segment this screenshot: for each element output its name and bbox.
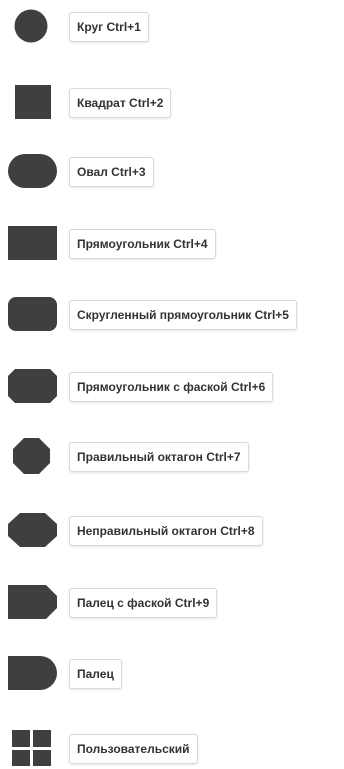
shape-option-rounded-rectangle[interactable]: Скругленный прямоугольник Ctrl+5 (0, 297, 344, 331)
shape-option-label: Овал Ctrl+3 (69, 157, 154, 187)
shape-option-oval[interactable]: Овал Ctrl+3 (0, 154, 344, 188)
shape-option-label: Палец с фаской Ctrl+9 (69, 588, 218, 618)
shape-option-custom[interactable]: Пользовательский (0, 730, 344, 766)
shape-option-circle[interactable]: Круг Ctrl+1 (0, 9, 344, 43)
shape-list: Круг Ctrl+1 Квадрат Ctrl+2 Овал Ctrl+3 П… (0, 0, 344, 769)
shape-option-label: Прямоугольник Ctrl+4 (69, 229, 216, 259)
circle-icon[interactable] (8, 9, 58, 43)
shape-option-rectangle[interactable]: Прямоугольник Ctrl+4 (0, 226, 344, 260)
rounded-rectangle-icon[interactable] (8, 297, 58, 331)
square-icon[interactable] (8, 85, 58, 119)
chamfered-rectangle-icon[interactable] (8, 369, 58, 403)
oval-icon[interactable] (8, 154, 58, 188)
shape-option-label: Палец (69, 659, 122, 689)
shape-option-chamfered-rectangle[interactable]: Прямоугольник с фаской Ctrl+6 (0, 369, 344, 403)
shape-option-irregular-octagon[interactable]: Неправильный октагон Ctrl+8 (0, 513, 344, 547)
rectangle-icon[interactable] (8, 226, 58, 260)
regular-octagon-icon[interactable] (8, 438, 58, 474)
shape-option-label: Прямоугольник с фаской Ctrl+6 (69, 372, 274, 402)
finger-icon[interactable] (8, 656, 58, 690)
chamfered-finger-icon[interactable] (8, 585, 58, 619)
shape-option-label: Круг Ctrl+1 (69, 12, 149, 42)
shape-option-label: Неправильный октагон Ctrl+8 (69, 516, 263, 546)
custom-grid-icon[interactable] (8, 730, 58, 766)
shape-option-label: Квадрат Ctrl+2 (69, 88, 172, 118)
shape-option-regular-octagon[interactable]: Правильный октагон Ctrl+7 (0, 438, 344, 474)
shape-option-square[interactable]: Квадрат Ctrl+2 (0, 85, 344, 119)
shape-option-label: Правильный октагон Ctrl+7 (69, 442, 249, 472)
shape-option-label: Пользовательский (69, 734, 198, 764)
shape-option-label: Скругленный прямоугольник Ctrl+5 (69, 300, 297, 330)
shape-option-chamfered-finger[interactable]: Палец с фаской Ctrl+9 (0, 585, 344, 619)
shape-option-finger[interactable]: Палец (0, 656, 344, 690)
irregular-octagon-icon[interactable] (8, 513, 58, 547)
